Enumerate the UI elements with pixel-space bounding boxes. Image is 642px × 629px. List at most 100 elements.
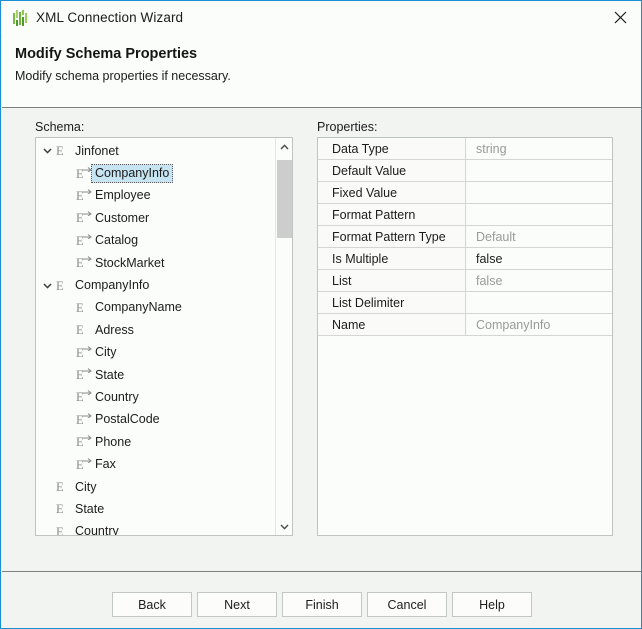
cancel-button[interactable]: Cancel [367,592,447,617]
tree-item[interactable]: E City [36,342,276,364]
element-icon: E [56,502,64,517]
element-reference-icon: E [74,434,92,450]
title-bar: XML Connection Wizard [1,1,641,34]
property-name: Fixed Value [318,182,466,203]
tree-item[interactable]: E CompanyInfo [36,274,276,296]
tree-item[interactable]: E City [36,476,276,498]
schema-tree[interactable]: E Jinfonet E CompanyInfo E Employee E Customer E… [35,137,293,536]
tree-item-label: Customer [95,210,150,225]
element-reference-icon: E [74,233,92,249]
property-name: List [318,270,466,291]
scroll-down-button[interactable] [276,518,292,535]
element-icon: E [56,278,64,293]
tree-item-label: CompanyName [95,300,182,315]
tree-item[interactable]: E CompanyInfo [36,162,276,184]
scrollbar-thumb[interactable] [277,160,292,238]
element-reference-icon: E [74,255,92,271]
bar-chart-icon [12,9,28,26]
property-value[interactable]: CompanyInfo [466,314,612,335]
property-row[interactable]: List Delimiter [318,292,612,314]
property-row[interactable]: Name CompanyInfo [318,314,612,336]
schema-tree-scrollbar[interactable] [275,138,292,535]
tree-item-label: Fax [95,457,116,472]
property-value[interactable] [466,182,612,203]
help-button[interactable]: Help [452,592,532,617]
property-name: Format Pattern Type [318,226,466,247]
tree-item[interactable]: E Employee [36,185,276,207]
page-title: Modify Schema Properties [15,46,198,62]
chevron-down-icon[interactable] [40,283,54,289]
tree-item[interactable]: E Country [36,386,276,408]
button-bar: Back Next Finish Cancel Help [2,592,641,617]
property-value[interactable]: false [466,248,612,269]
property-value[interactable]: Default [466,226,612,247]
page-subtitle: Modify schema properties if necessary. [15,69,231,83]
property-value[interactable] [466,204,612,225]
tree-item[interactable]: E Jinfonet [36,140,276,162]
tree-item[interactable]: E Adress [36,319,276,341]
property-row[interactable]: Fixed Value [318,182,612,204]
element-icon: E [76,300,84,315]
property-name: List Delimiter [318,292,466,313]
properties-label: Properties: [317,120,378,134]
element-reference-icon: E [74,412,92,428]
wizard-header: Modify Schema Properties Modify schema p… [2,34,641,108]
tree-item-label: Employee [95,188,151,203]
tree-item[interactable]: E State [36,498,276,520]
property-row[interactable]: Format Pattern Type Default [318,226,612,248]
property-row[interactable]: Default Value [318,160,612,182]
tree-item[interactable]: E Fax [36,453,276,475]
schema-label: Schema: [35,120,85,134]
property-value[interactable]: string [466,138,612,159]
property-row[interactable]: Format Pattern [318,204,612,226]
wizard-body: Schema: Properties: E Jinfonet E CompanyInf… [2,109,641,571]
element-icon: E [76,323,84,338]
properties-rows: Data Type string Default Value Fixed Value F… [318,138,612,336]
wizard-footer: Back Next Finish Cancel Help [2,571,641,628]
property-row[interactable]: Data Type string [318,138,612,160]
tree-item-label: State [95,367,125,382]
tree-item-label: Country [75,524,119,536]
chevron-up-icon [280,143,289,150]
property-value[interactable] [466,292,612,313]
tree-item[interactable]: E Country [36,521,276,536]
tree-item-label: CompanyInfo [91,164,174,184]
property-name: Name [318,314,466,335]
next-button[interactable]: Next [197,592,277,617]
back-button[interactable]: Back [112,592,192,617]
tree-item-label: State [75,501,105,516]
tree-item[interactable]: E State [36,364,276,386]
property-row[interactable]: List false [318,270,612,292]
scroll-up-button[interactable] [276,138,292,155]
element-reference-icon: E [74,389,92,405]
tree-item-label: PostalCode [95,412,160,427]
tree-item-label: City [95,345,117,360]
tree-item[interactable]: E CompanyName [36,297,276,319]
element-reference-icon: E [74,345,92,361]
element-reference-icon: E [74,166,92,182]
property-name: Default Value [318,160,466,181]
properties-table[interactable]: Data Type string Default Value Fixed Value F… [317,137,613,536]
element-icon: E [56,480,64,495]
close-button[interactable] [598,1,641,33]
property-value[interactable] [466,160,612,181]
tree-item-label: CompanyInfo [75,278,150,293]
tree-item-label: Country [95,389,139,404]
element-icon: E [56,144,64,159]
property-row[interactable]: Is Multiple false [318,248,612,270]
tree-item-label: Adress [95,322,134,337]
tree-item-label: StockMarket [95,255,165,270]
finish-button[interactable]: Finish [282,592,362,617]
tree-item[interactable]: E Customer [36,207,276,229]
tree-item[interactable]: E PostalCode [36,409,276,431]
tree-item[interactable]: E Phone [36,431,276,453]
property-name: Format Pattern [318,204,466,225]
tree-item[interactable]: E StockMarket [36,252,276,274]
tree-item[interactable]: E Catalog [36,230,276,252]
property-name: Is Multiple [318,248,466,269]
property-value[interactable]: false [466,270,612,291]
chevron-down-icon[interactable] [40,148,54,154]
element-reference-icon: E [74,188,92,204]
xml-connection-wizard-window: XML Connection Wizard Modify Schema Prop… [0,0,642,629]
element-icon: E [56,524,64,536]
